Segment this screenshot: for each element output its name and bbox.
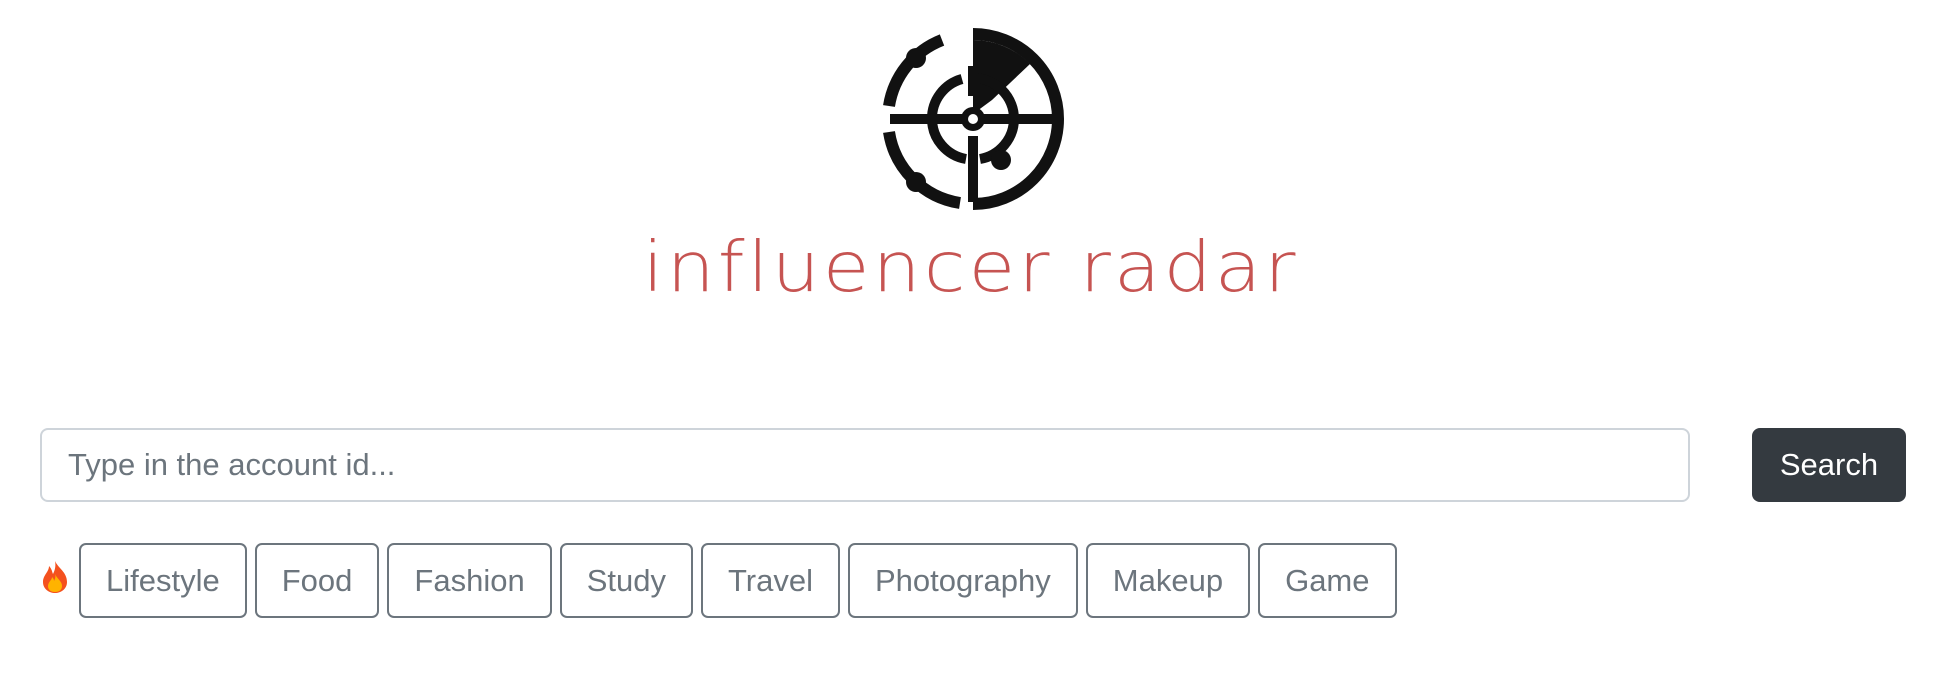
tag-game[interactable]: Game: [1258, 543, 1397, 618]
tag-makeup[interactable]: Makeup: [1085, 543, 1251, 618]
radar-logo-icon: [883, 28, 1064, 210]
fire-icon: [43, 561, 67, 593]
search-button[interactable]: Search: [1752, 428, 1906, 502]
tag-fashion[interactable]: Fashion: [387, 543, 552, 618]
tag-food[interactable]: Food: [254, 543, 380, 618]
tag-travel[interactable]: Travel: [700, 543, 840, 618]
tag-lifestyle[interactable]: Lifestyle: [79, 543, 247, 618]
tag-study[interactable]: Study: [559, 543, 693, 618]
tag-photography[interactable]: Photography: [847, 543, 1078, 618]
brand-name: influencer radar: [642, 225, 1299, 308]
account-search-input[interactable]: [40, 428, 1690, 502]
trending-tags: Lifestyle Food Fashion Study Travel Phot…: [79, 543, 1397, 618]
